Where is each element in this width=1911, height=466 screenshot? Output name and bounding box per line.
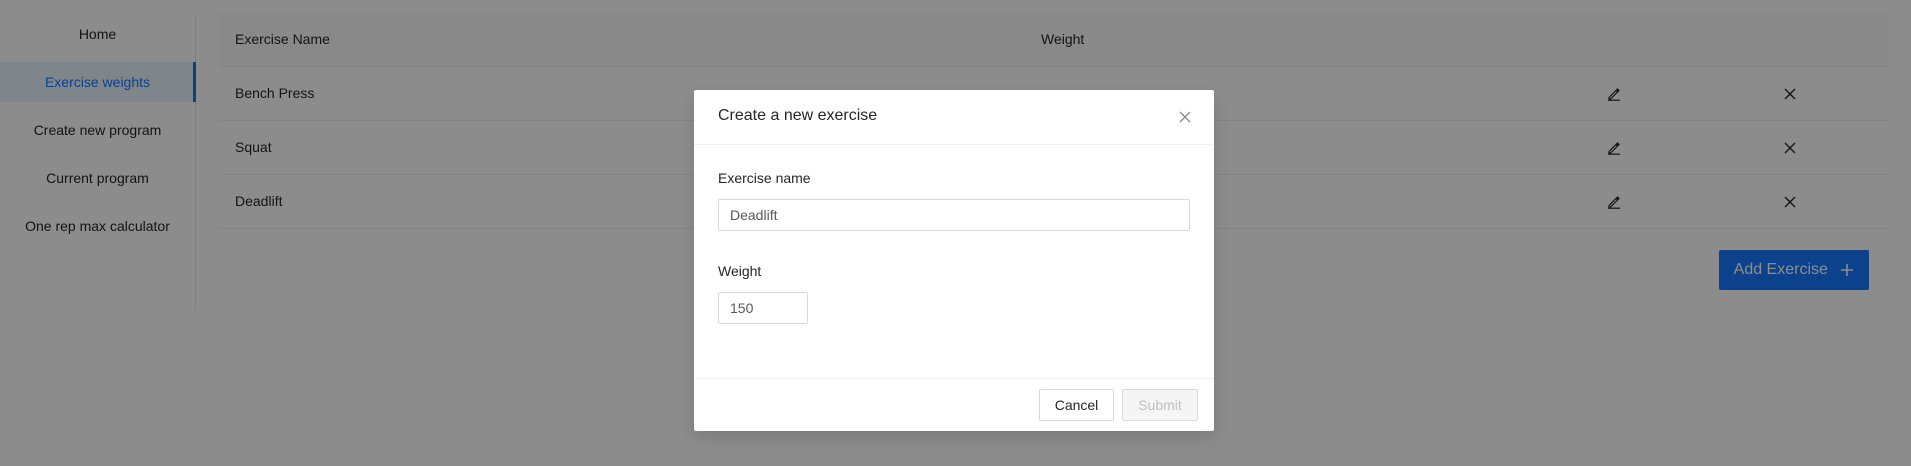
- close-icon[interactable]: [1176, 108, 1194, 126]
- submit-button[interactable]: Submit: [1122, 389, 1198, 421]
- exercise-name-input[interactable]: Deadlift: [718, 199, 1190, 231]
- weight-label: Weight: [718, 263, 762, 279]
- page: Home Exercise weights Create new program…: [0, 0, 1911, 466]
- modal-body: Exercise name Deadlift Weight 150: [694, 145, 1214, 378]
- exercise-name-label: Exercise name: [718, 170, 811, 186]
- modal-header: Create a new exercise: [694, 90, 1214, 145]
- create-exercise-modal: Create a new exercise Exercise name Dead…: [694, 90, 1214, 431]
- weight-input[interactable]: 150: [718, 292, 808, 324]
- cancel-button[interactable]: Cancel: [1039, 389, 1114, 421]
- modal-footer: Cancel Submit: [694, 378, 1214, 431]
- modal-title: Create a new exercise: [718, 107, 878, 124]
